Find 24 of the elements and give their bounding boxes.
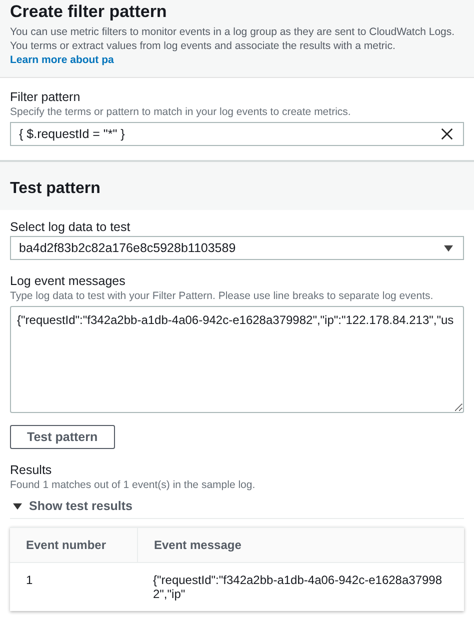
column-header: Event number bbox=[10, 528, 138, 562]
filter-pattern-value: { $.requestId = "*" } bbox=[19, 127, 125, 141]
learn-more-link[interactable]: Learn more about pa bbox=[10, 54, 114, 66]
field-label: Log event messages bbox=[10, 274, 126, 288]
page-title: Create filter pattern bbox=[10, 2, 168, 22]
log-data-select[interactable]: ba4d2f83b2c82a176e8c5928b1103589 bbox=[10, 236, 464, 260]
test-pattern-button[interactable]: Test pattern bbox=[10, 425, 115, 449]
page-description: You can use metric filters to monitor events in a log group as they are sent to CloudWatch Logs. You terms or extract values from log events and associate the results with a metric. Learn more about pa bbox=[10, 25, 456, 67]
field-label: Select log data to test bbox=[10, 220, 132, 234]
clear-icon[interactable] bbox=[441, 128, 453, 140]
results-label: Results bbox=[10, 463, 53, 477]
caret-icon bbox=[13, 502, 22, 510]
table-cell-text: 1 bbox=[25, 572, 34, 589]
column-header: Event message bbox=[153, 537, 242, 554]
filter-pattern-field[interactable]: { $.requestId = "*" } bbox=[10, 122, 464, 146]
show-results-toggle[interactable]: Show test results bbox=[10, 495, 464, 519]
table-cell-text: {"requestId":"f342a2bb-a1db-4a06-942c-e1628a379982","ip" bbox=[152, 572, 444, 603]
section-title: Test pattern bbox=[10, 180, 102, 198]
field-hint: Specify the terms or pattern to match in your log events to create metrics. bbox=[10, 106, 352, 118]
log-messages-field[interactable]: {"requestId":"f342a2bb-a1db-4a06-942c-e1628a379982","ip":"122.178.84.213","us bbox=[10, 306, 464, 413]
caret-icon bbox=[444, 244, 453, 252]
field-label: Filter pattern bbox=[10, 90, 82, 104]
field-hint: Type log data to test with your Filter Pattern. Please use line breaks to separate log events. bbox=[10, 290, 434, 302]
results-summary: Found 1 matches out of 1 event(s) in the sample log. bbox=[10, 479, 256, 491]
